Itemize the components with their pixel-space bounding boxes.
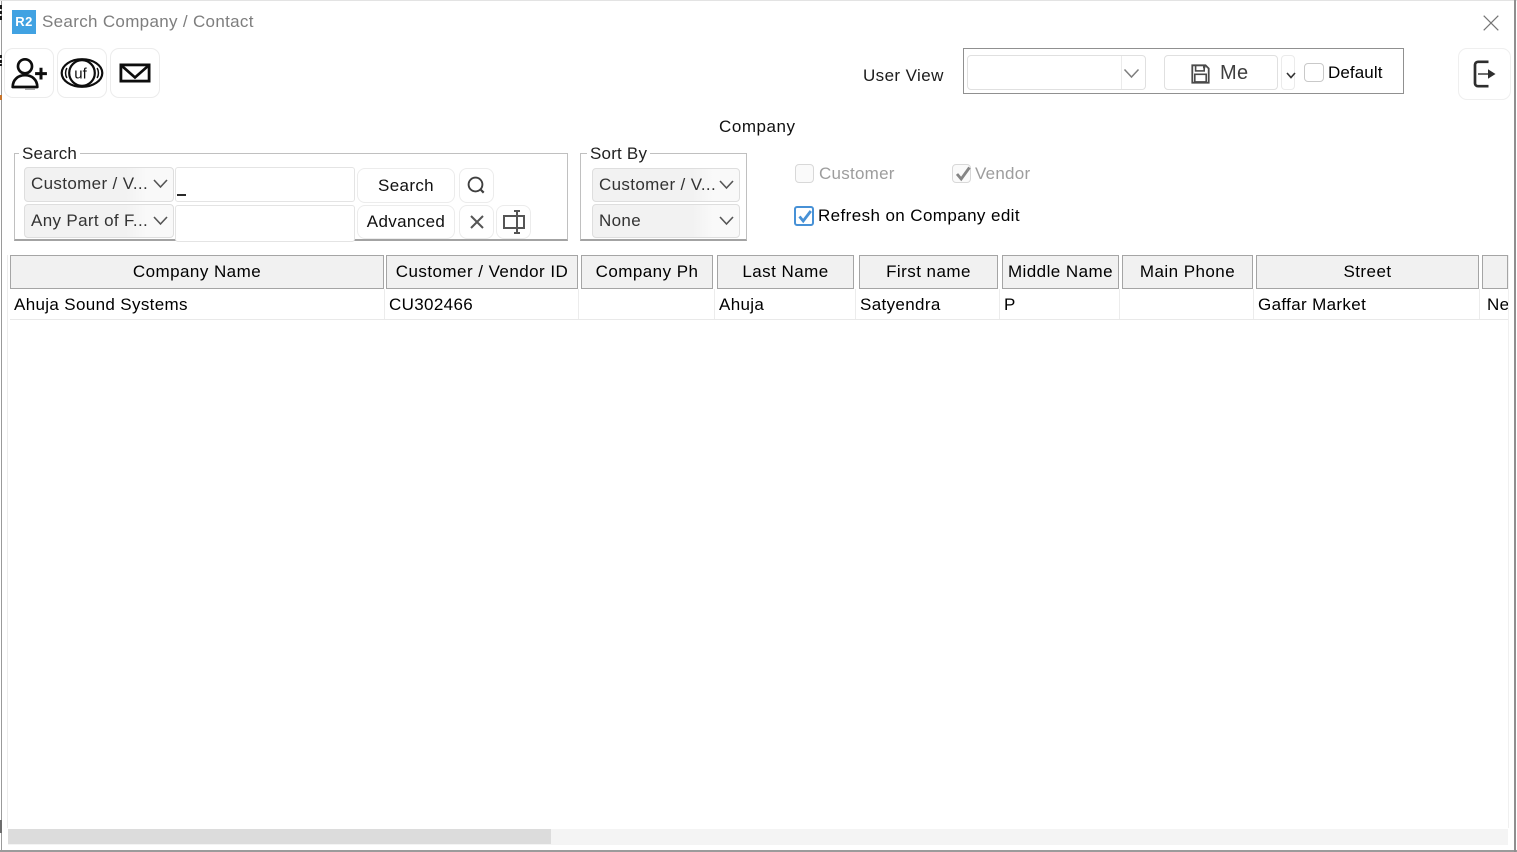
svg-text:uf: uf [74, 66, 87, 83]
